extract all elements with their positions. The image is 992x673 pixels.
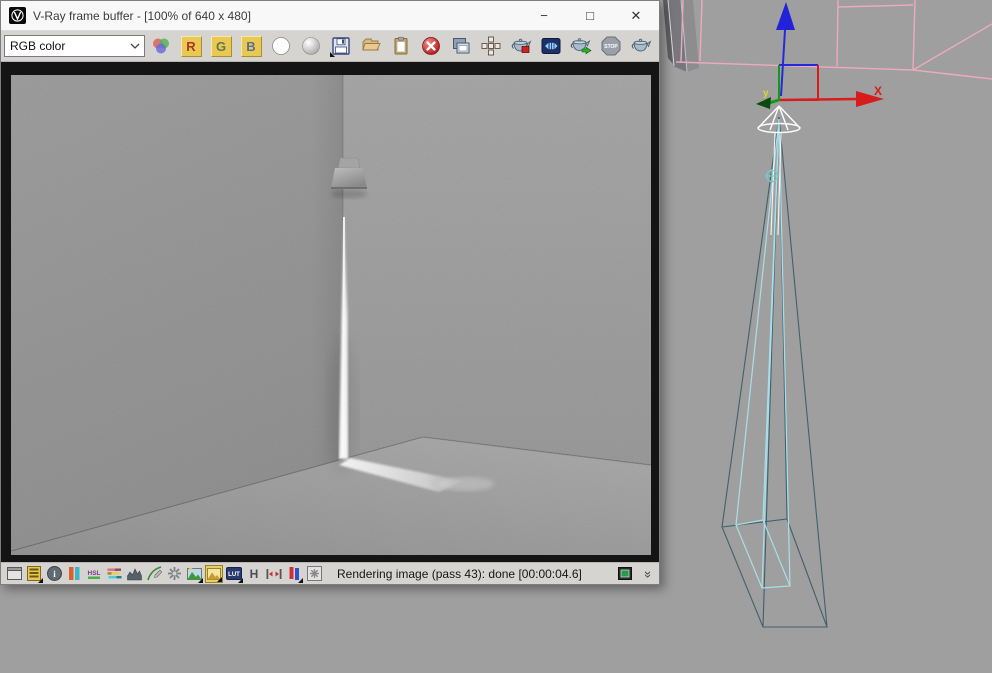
dropdown-corner — [38, 577, 43, 583]
color-correction-button[interactable] — [65, 565, 83, 583]
blue-channel-label: B — [240, 35, 262, 57]
gray-sphere-icon — [302, 37, 320, 55]
clear-x-icon — [422, 37, 440, 55]
track-mouse-icon — [481, 36, 501, 56]
horizontal-arrows-icon — [266, 568, 282, 579]
curve-pencil-icon — [146, 566, 162, 581]
channel-select-dropdown[interactable]: RGB color — [4, 35, 145, 57]
stereo-button[interactable] — [285, 565, 303, 583]
copy-clipboard-button[interactable] — [389, 34, 413, 58]
vfb-statusbar: i HSL LUT H Rendering image (pass 43): d… — [1, 562, 659, 584]
folder-open-icon — [362, 38, 381, 51]
save-image-button[interactable] — [329, 34, 353, 58]
curves-button[interactable] — [145, 565, 163, 583]
color-bars-icon — [68, 567, 79, 580]
save-dropdown-arrow — [330, 52, 335, 57]
teapot-render-icon — [631, 38, 652, 52]
titlebar[interactable]: V-Ray frame buffer - [100% of 640 x 480]… — [1, 1, 659, 31]
duplicate-buffer-button[interactable] — [449, 34, 473, 58]
color-lines-icon — [107, 568, 121, 579]
compare-strip-button[interactable] — [25, 565, 43, 583]
pixel-info-button[interactable]: i — [45, 565, 63, 583]
info-icon: i — [46, 566, 62, 581]
monochrome-button[interactable] — [299, 34, 323, 58]
levels-button[interactable] — [125, 565, 143, 583]
rgb-circles-button[interactable] — [149, 34, 173, 58]
load-image-button[interactable] — [359, 34, 383, 58]
track-mouse-button[interactable] — [479, 34, 503, 58]
white-circle-icon — [272, 37, 290, 55]
dropdown-corner — [217, 576, 222, 582]
window-title: V-Ray frame buffer - [100% of 640 x 480] — [33, 8, 251, 23]
svg-text:STOP: STOP — [604, 44, 618, 50]
histogram-icon — [126, 567, 142, 580]
svg-text:HSL: HSL — [88, 570, 101, 577]
srgb-button[interactable] — [205, 564, 223, 583]
region-render-button[interactable] — [509, 34, 533, 58]
maximize-button[interactable]: □ — [567, 1, 613, 30]
close-button[interactable]: ✕ — [613, 1, 659, 30]
collapse-chevrons-button[interactable]: » — [641, 571, 656, 576]
h-letter-icon: H — [250, 567, 259, 581]
vray-logo-icon — [9, 7, 26, 24]
stop-sign-icon: STOP — [601, 36, 621, 56]
compare-history-button[interactable] — [539, 34, 563, 58]
exposure-button[interactable] — [165, 565, 183, 583]
stretch-button[interactable] — [265, 565, 283, 583]
dropdown-corner — [238, 577, 243, 583]
render-button[interactable] — [629, 34, 653, 58]
history-playback-icon — [541, 38, 561, 54]
minimize-button[interactable]: − — [521, 1, 567, 30]
window-frame-icon — [6, 567, 22, 580]
vray-frame-buffer-window: V-Ray frame buffer - [100% of 640 x 480]… — [0, 0, 660, 585]
render-area — [1, 62, 659, 562]
dropdown-corner — [298, 577, 303, 583]
green-channel-label: G — [210, 35, 232, 57]
stop-render-button[interactable]: STOP — [599, 34, 623, 58]
lut-button[interactable]: LUT — [225, 565, 243, 583]
duplicate-windows-icon — [453, 38, 470, 54]
alpha-channel-button[interactable] — [269, 34, 293, 58]
clear-image-button[interactable] — [419, 34, 443, 58]
channel-select-value: RGB color — [10, 39, 66, 53]
y-axis-label: y — [763, 88, 769, 99]
status-message: Rendering image (pass 43): done [00:00:0… — [337, 566, 582, 581]
rendered-image[interactable] — [11, 75, 651, 555]
dropdown-corner — [198, 577, 203, 583]
green-square-icon — [617, 567, 632, 580]
teapot-region-icon — [511, 38, 532, 53]
svg-text:H: H — [250, 567, 259, 581]
icc-profile-button[interactable]: H — [245, 565, 263, 583]
clipboard-icon — [394, 36, 408, 55]
render-last-button[interactable] — [569, 34, 593, 58]
red-channel-label: R — [180, 35, 202, 57]
hsl-button[interactable]: HSL — [85, 565, 103, 583]
red-channel-button[interactable]: R — [179, 34, 203, 58]
history-window-button[interactable] — [5, 565, 23, 583]
teapot-render-last-icon — [570, 38, 592, 55]
chevron-down-icon — [130, 43, 140, 49]
x-axis-label: X — [874, 84, 882, 98]
pixel-aspect-button[interactable] — [305, 565, 323, 583]
rgb-circles-icon — [153, 38, 169, 54]
background-image-button[interactable] — [185, 565, 203, 583]
blue-channel-button[interactable]: B — [239, 34, 263, 58]
green-channel-button[interactable]: G — [209, 34, 233, 58]
vfb-toolbar: RGB color R G B STOP — [1, 31, 659, 62]
boxed-asterisk-icon — [306, 566, 322, 581]
starburst-icon — [167, 567, 181, 580]
monitor-color-button[interactable] — [616, 565, 634, 583]
color-balance-button[interactable] — [105, 565, 123, 583]
hsl-icon: HSL — [88, 570, 101, 579]
